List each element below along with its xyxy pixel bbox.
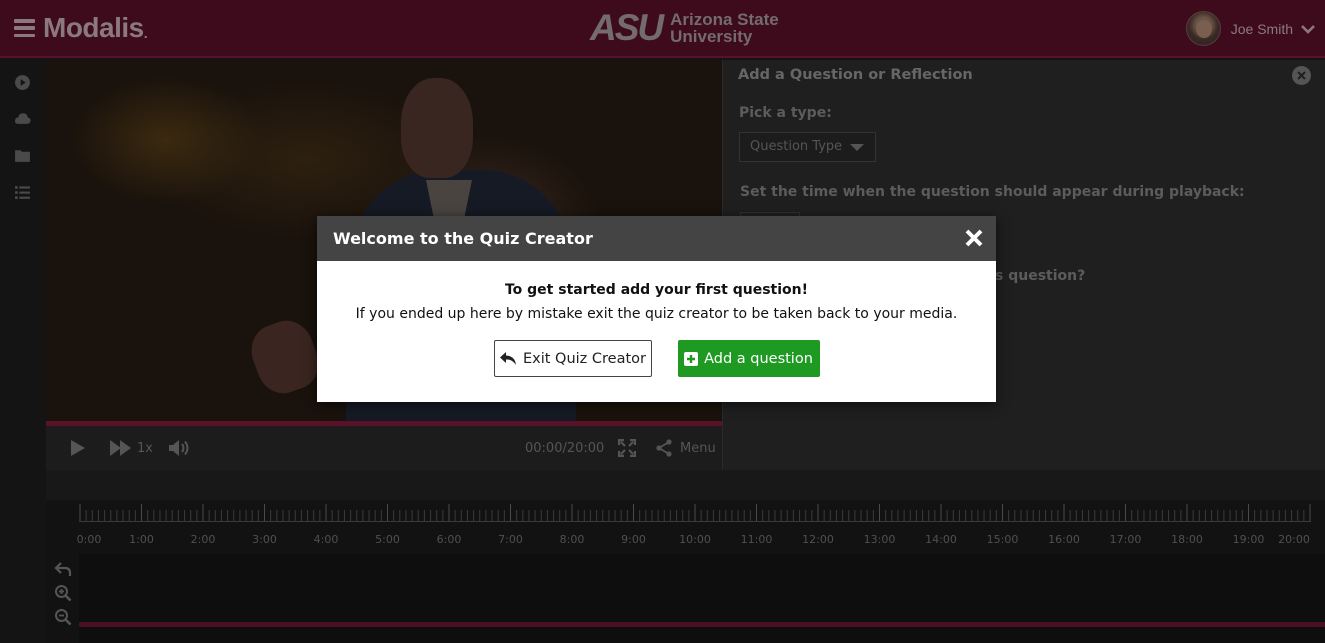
modal-title: Welcome to the Quiz Creator [333,229,593,248]
play-icon [71,440,85,456]
institution-name-line1: Arizona State [670,10,779,29]
speed-button[interactable]: 1x [109,426,153,470]
cloud-icon[interactable] [14,110,31,127]
timeline-tick-label: 16:00 [1048,533,1080,546]
exit-quiz-creator-button[interactable]: Exit Quiz Creator [493,340,652,377]
exit-button-label: Exit Quiz Creator [522,350,646,367]
fast-forward-icon [110,440,131,456]
user-menu[interactable]: Joe Smith [1185,11,1315,46]
timeline-track-line [79,622,1325,627]
timeline-tick-label: 17:00 [1109,533,1142,546]
panel-title: Add a Question or Reflection [738,67,973,83]
timeline-tick-label: 8:00 [559,533,585,546]
plus-square-icon [684,351,699,366]
panel-close-button[interactable] [1292,66,1311,85]
modal-body: To get started add your first question! … [317,261,996,377]
close-icon [1297,71,1306,80]
volume-icon [169,440,189,456]
left-sidebar [0,60,44,643]
play-button[interactable] [70,426,86,470]
timeline-tick-label: 5:00 [375,533,400,546]
timeline-tick-label: 19:00 [1232,533,1265,546]
hamburger-menu-icon[interactable] [14,19,35,37]
pick-type-label: Pick a type: [739,105,832,121]
zoom-out-icon[interactable] [54,608,72,626]
video-frame-speaker-head [401,78,473,178]
question-type-value: Question Type [750,139,843,154]
timeline-tick-label: 20:00 [1278,533,1310,546]
timeline-tick-label: 4:00 [313,533,339,546]
modal-header: Welcome to the Quiz Creator [317,216,996,261]
volume-button[interactable] [168,426,192,470]
brand-logo[interactable]: Modalis [43,12,144,44]
timeline-tick-label: 11:00 [740,533,773,546]
modal-lead-text: To get started add your first question! [504,282,809,298]
speed-label: 1x [137,440,153,456]
timeline-tick-label: 9:00 [621,533,646,546]
add-button-label: Add a question [704,350,813,367]
timeline-header [46,470,1325,500]
fullscreen-button[interactable] [618,426,636,470]
timeline-tick-label: 7:00 [498,533,523,546]
avatar [1185,11,1221,46]
player-controls: 1x 00:00/20:00 Menu [46,426,722,470]
timeline-track[interactable] [79,554,1325,643]
timeline-tick-label: 0:00 [76,533,102,546]
video-frame-speaker-hand [243,313,327,401]
list-icon[interactable] [14,184,31,201]
timeline-ruler[interactable] [79,504,1311,522]
add-question-button[interactable]: Add a question [677,340,820,377]
folder-icon[interactable] [14,147,31,164]
timeline-tick-label: 13:00 [863,533,896,546]
fullscreen-icon [618,439,636,457]
question-type-select[interactable]: Question Type [739,132,876,162]
play-circle-icon[interactable] [14,74,31,91]
timeline-tick-label: 12:00 [802,533,834,546]
timeline-tick-label: 18:00 [1171,533,1203,546]
timeline-tick-label: 2:00 [190,533,216,546]
undo-icon[interactable] [54,560,72,578]
modal-sub-text: If you ended up here by mistake exit the… [355,306,958,322]
question-prompt-label: s question? [995,268,1086,284]
timeline-tick-label: 10:00 [679,533,711,546]
share-icon [656,439,672,457]
institution-mark: ASU [590,7,664,48]
brand-logo-dot: . [143,25,148,41]
top-bar: Modalis . ASU Arizona State University J… [0,0,1325,58]
timeline-tick-label: 6:00 [436,533,462,546]
timeline-tick-label: 3:00 [252,533,277,546]
caret-down-icon [850,144,864,151]
user-name: Joe Smith [1230,20,1293,37]
time-label: Set the time when the question should ap… [740,184,1245,200]
timeline: 0:00 1:00 2:00 3:00 4:00 5:00 6:00 7:00 8:00 9:00… [46,470,1325,643]
brand: Modalis . [14,12,148,44]
menu-button[interactable]: Menu [655,426,716,470]
timeline-tick-label: 14:00 [925,533,957,546]
reply-arrow-icon [499,352,516,365]
zoom-in-icon[interactable] [54,584,72,602]
close-icon[interactable] [964,228,984,248]
institution-name-line2: University [670,27,753,46]
timeline-tick-label: 1:00 [129,533,154,546]
welcome-modal: Welcome to the Quiz Creator To get start… [317,216,996,402]
chevron-down-icon [1301,24,1315,34]
time-display: 00:00/20:00 [525,440,605,456]
institution-logo: ASU Arizona State University [590,7,779,48]
menu-label: Menu [680,440,716,456]
timeline-tick-label: 15:00 [986,533,1019,546]
